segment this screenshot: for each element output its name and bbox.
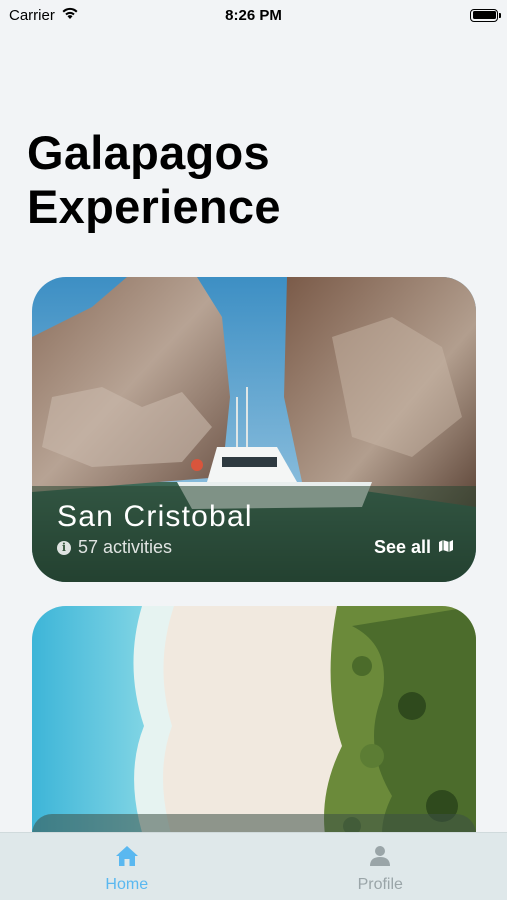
tab-bar: Home Profile — [0, 832, 507, 900]
info-icon: i — [57, 540, 71, 555]
see-all-button[interactable]: See all — [374, 537, 454, 558]
page-title-line-2: Experience — [27, 180, 281, 233]
user-icon — [369, 845, 391, 872]
tab-profile[interactable]: Profile — [254, 833, 507, 900]
tab-profile-label: Profile — [357, 876, 403, 893]
status-bar: Carrier 8:26 PM — [0, 0, 507, 30]
see-all-label: See all — [373, 537, 431, 557]
island-card-beach[interactable] — [32, 606, 476, 866]
island-card-san-cristobal[interactable]: San Cristobal i 57 activities See all — [32, 277, 476, 582]
card-title: San Cristobal — [57, 500, 253, 533]
map-icon — [438, 537, 454, 558]
home-icon — [115, 845, 139, 872]
activity-count-label: 57 activities — [78, 537, 173, 557]
tab-home-label: Home — [105, 876, 149, 893]
wifi-icon — [61, 6, 79, 24]
battery-icon — [470, 8, 501, 22]
card-activity-count: i 57 activities — [57, 537, 172, 558]
carrier-label: Carrier — [9, 6, 55, 24]
page-title: Galapagos Experience — [27, 126, 487, 234]
tab-home[interactable]: Home — [0, 833, 254, 900]
page-title-line-1: Galapagos — [27, 126, 271, 179]
